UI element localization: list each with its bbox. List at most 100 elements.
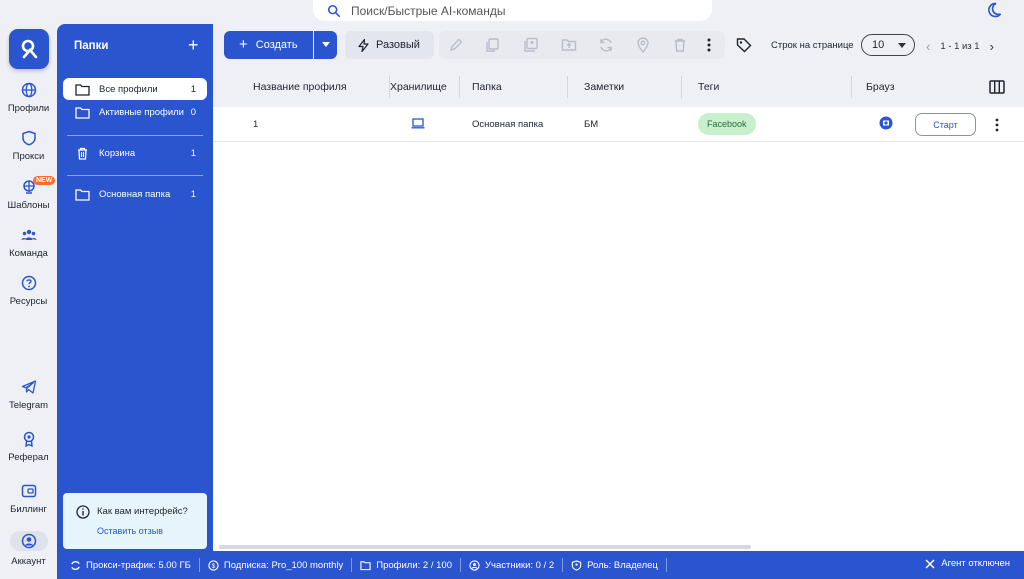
columns-settings-icon[interactable] (989, 80, 1005, 94)
rows-per-page-select[interactable]: 10 (861, 34, 915, 56)
proxy-traffic-text: Прокси-трафик: 5.00 ГБ (86, 559, 191, 571)
toolbar: + Создать Разовый Строк на странице 10 ‹… (213, 24, 1024, 66)
one-time-button[interactable]: Разовый (345, 31, 434, 59)
subscription-text: Подписка: Pro_100 monthly (223, 559, 344, 571)
pagination-text: 1 - 1 из 1 (940, 41, 980, 52)
feedback-link[interactable]: Оставить отзыв (97, 526, 163, 536)
rail-item-profiles[interactable]: Профили (0, 82, 57, 114)
rail-label: Реферал (8, 452, 49, 463)
folder-label: Основная папка (99, 188, 171, 200)
chevron-right-icon[interactable]: › (990, 39, 994, 54)
tag-icon[interactable] (736, 37, 752, 53)
agent-status[interactable]: Агент отключен (925, 558, 1010, 569)
rail-item-referral[interactable]: Реферал (0, 431, 57, 463)
folder-item-all[interactable]: Все профили 1 (63, 78, 207, 100)
folder-label: Корзина (99, 147, 136, 159)
one-time-label: Разовый (376, 39, 420, 51)
move-folder-icon[interactable] (561, 37, 577, 53)
table-row[interactable]: 1 Основная папка БМ Facebook Старт (213, 107, 1024, 142)
column-header-storage[interactable]: Хранилище (390, 81, 447, 93)
create-button[interactable]: + Создать (224, 31, 313, 59)
rail-item-account[interactable]: Аккаунт (0, 531, 57, 567)
rail-item-team[interactable]: Команда (0, 227, 57, 259)
folders-panel: Папки + Все профили 1 Активные профили 0… (57, 24, 213, 551)
rail-item-resources[interactable]: Ресурсы (0, 275, 57, 307)
rail-item-telegram[interactable]: Telegram (0, 379, 57, 411)
award-icon (23, 431, 34, 447)
rail-item-templates[interactable]: NEW Шаблоны (0, 176, 57, 211)
status-subscription: $ Подписка: Pro_100 monthly (200, 558, 353, 572)
search-placeholder: Поиск/Быстрые AI-команды (351, 3, 506, 18)
profile-notes: БМ (584, 119, 599, 130)
rail-label: Биллинг (10, 504, 47, 515)
rail-label: Telegram (8, 400, 49, 411)
rail-label: Профили (7, 103, 50, 114)
browser-icon (879, 116, 893, 130)
rail-label: Ресурсы (9, 296, 48, 307)
column-separator[interactable] (567, 76, 568, 98)
column-header-browser[interactable]: Брауз (866, 81, 895, 93)
location-icon[interactable] (635, 37, 651, 53)
rows-per-page-label: Строк на странице (771, 40, 854, 51)
edit-icon[interactable] (448, 37, 464, 53)
folder-icon (360, 560, 371, 570)
loading-icon (71, 560, 80, 570)
horizontal-scrollbar[interactable] (219, 545, 751, 549)
profile-name: 1 (253, 119, 259, 130)
divider (67, 175, 203, 176)
dark-mode-icon[interactable] (985, 1, 1003, 19)
status-bar: Прокси-трафик: 5.00 ГБ $ Подписка: Pro_1… (57, 551, 1024, 579)
app-logo[interactable] (9, 29, 49, 69)
profile-folder: Основная папка (472, 119, 544, 130)
user-icon (21, 533, 36, 549)
folder-icon (75, 106, 90, 119)
folder-item-active[interactable]: Активные профили 0 (63, 101, 207, 123)
shield-user-icon (571, 559, 582, 571)
status-proxy-traffic: Прокси-трафик: 5.00 ГБ (57, 558, 200, 572)
rail-label: Команда (9, 248, 48, 259)
wallet-icon (21, 484, 36, 498)
search-input[interactable]: Поиск/Быстрые AI-команды (313, 0, 712, 21)
caret-down-icon (898, 43, 906, 48)
globe-icon (21, 82, 36, 98)
delete-icon[interactable] (672, 37, 688, 53)
role-text: Роль: Владелец (587, 559, 658, 571)
folder-label: Активные профили (99, 106, 184, 118)
folder-item-main[interactable]: Основная папка 1 (63, 183, 207, 205)
copy-icon[interactable] (484, 37, 500, 53)
folder-count: 1 (190, 188, 196, 200)
folder-item-trash[interactable]: Корзина 1 (63, 142, 207, 164)
create-dropdown-button[interactable] (314, 31, 337, 59)
chevron-left-icon[interactable]: ‹ (926, 39, 930, 54)
info-icon (76, 505, 90, 519)
rail-item-billing[interactable]: Биллинг (0, 483, 57, 515)
feedback-card: Как вам интерфейс? Оставить отзыв (63, 493, 207, 549)
column-separator[interactable] (459, 76, 460, 98)
column-header-folder[interactable]: Папка (472, 81, 502, 93)
column-header-notes[interactable]: Заметки (584, 81, 624, 93)
folder-count: 0 (190, 106, 196, 118)
team-icon (21, 229, 36, 240)
add-folder-button[interactable]: + (188, 36, 199, 54)
refresh-icon[interactable] (598, 37, 614, 53)
status-members: Участники: 0 / 2 (461, 558, 564, 572)
start-button[interactable]: Старт (915, 113, 976, 136)
bulk-actions-group (439, 31, 725, 59)
column-separator[interactable] (851, 76, 852, 98)
row-more-icon[interactable] (989, 117, 1005, 133)
folder-count: 1 (190, 147, 196, 159)
help-icon (21, 275, 36, 291)
column-header-name[interactable]: Название профиля (253, 81, 347, 93)
column-separator[interactable] (681, 76, 682, 98)
lightning-icon (358, 38, 369, 52)
tag-pill[interactable]: Facebook (698, 113, 756, 135)
more-vertical-icon[interactable] (701, 37, 717, 53)
rail-label: Прокси (12, 151, 45, 162)
rail-item-proxy[interactable]: Прокси (0, 130, 57, 162)
column-header-tags[interactable]: Теги (698, 81, 719, 93)
divider (67, 135, 203, 136)
folders-title: Папки (74, 40, 109, 52)
clone-profile-icon[interactable] (523, 37, 539, 53)
new-badge: NEW (33, 176, 56, 185)
feedback-question: Как вам интерфейс? (97, 506, 188, 517)
